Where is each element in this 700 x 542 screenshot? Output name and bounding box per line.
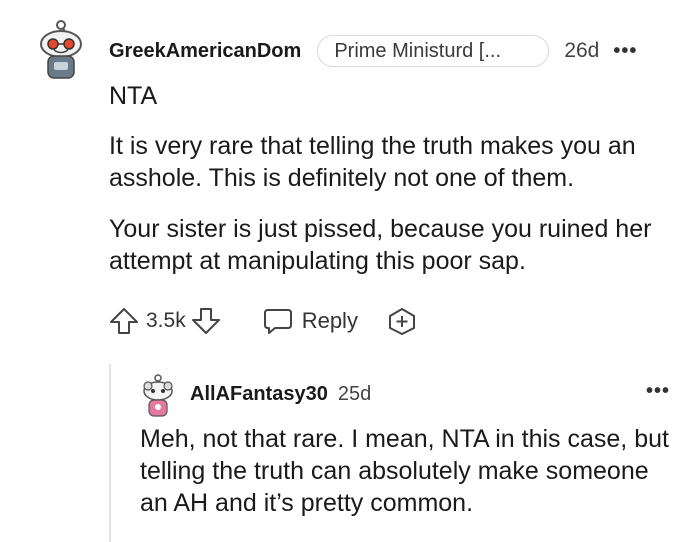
comment-paragraph: It is very rare that telling the truth m… [109, 132, 636, 192]
reply-label: Reply [301, 308, 358, 333]
downvote-arrow-icon [191, 308, 220, 334]
reply-body: Meh, not that rare. I mean, NTA in this … [140, 425, 669, 517]
comment-header: GreekAmericanDom Prime Ministurd [... 26… [109, 35, 679, 67]
upvote-button[interactable] [108, 306, 140, 336]
user-avatar[interactable] [36, 20, 86, 82]
snoo-avatar-icon [143, 374, 173, 417]
award-icon [388, 308, 415, 335]
comment-bubble-icon [263, 309, 292, 334]
reply-more-options-button[interactable]: ••• [646, 380, 670, 403]
snoo-avatar-icon [40, 20, 82, 79]
comment-username[interactable]: GreekAmericanDom [109, 40, 301, 63]
reply-age[interactable]: 25d [338, 383, 371, 406]
reply-header: AllAFantasy30 25d ••• [190, 380, 680, 408]
comment: GreekAmericanDom Prime Ministurd [... 26… [0, 0, 700, 542]
reply-button[interactable]: Reply [262, 306, 358, 336]
comment-age[interactable]: 26d [564, 39, 599, 63]
user-flair: Prime Ministurd [... [317, 35, 550, 67]
thread-line[interactable] [109, 364, 111, 542]
reply-username[interactable]: AllAFantasy30 [190, 383, 328, 406]
reply-user-avatar[interactable] [140, 374, 176, 418]
award-button[interactable] [386, 306, 418, 336]
upvote-arrow-icon [110, 308, 138, 334]
comment-paragraph: NTA [109, 82, 158, 110]
downvote-button[interactable] [190, 306, 222, 336]
more-options-button[interactable]: ••• [613, 40, 637, 63]
comment-actions: 3.5k Reply [108, 304, 418, 338]
comment-paragraph: Your sister is just pissed, because you … [109, 215, 652, 275]
vote-score: 3.5k [146, 309, 186, 332]
